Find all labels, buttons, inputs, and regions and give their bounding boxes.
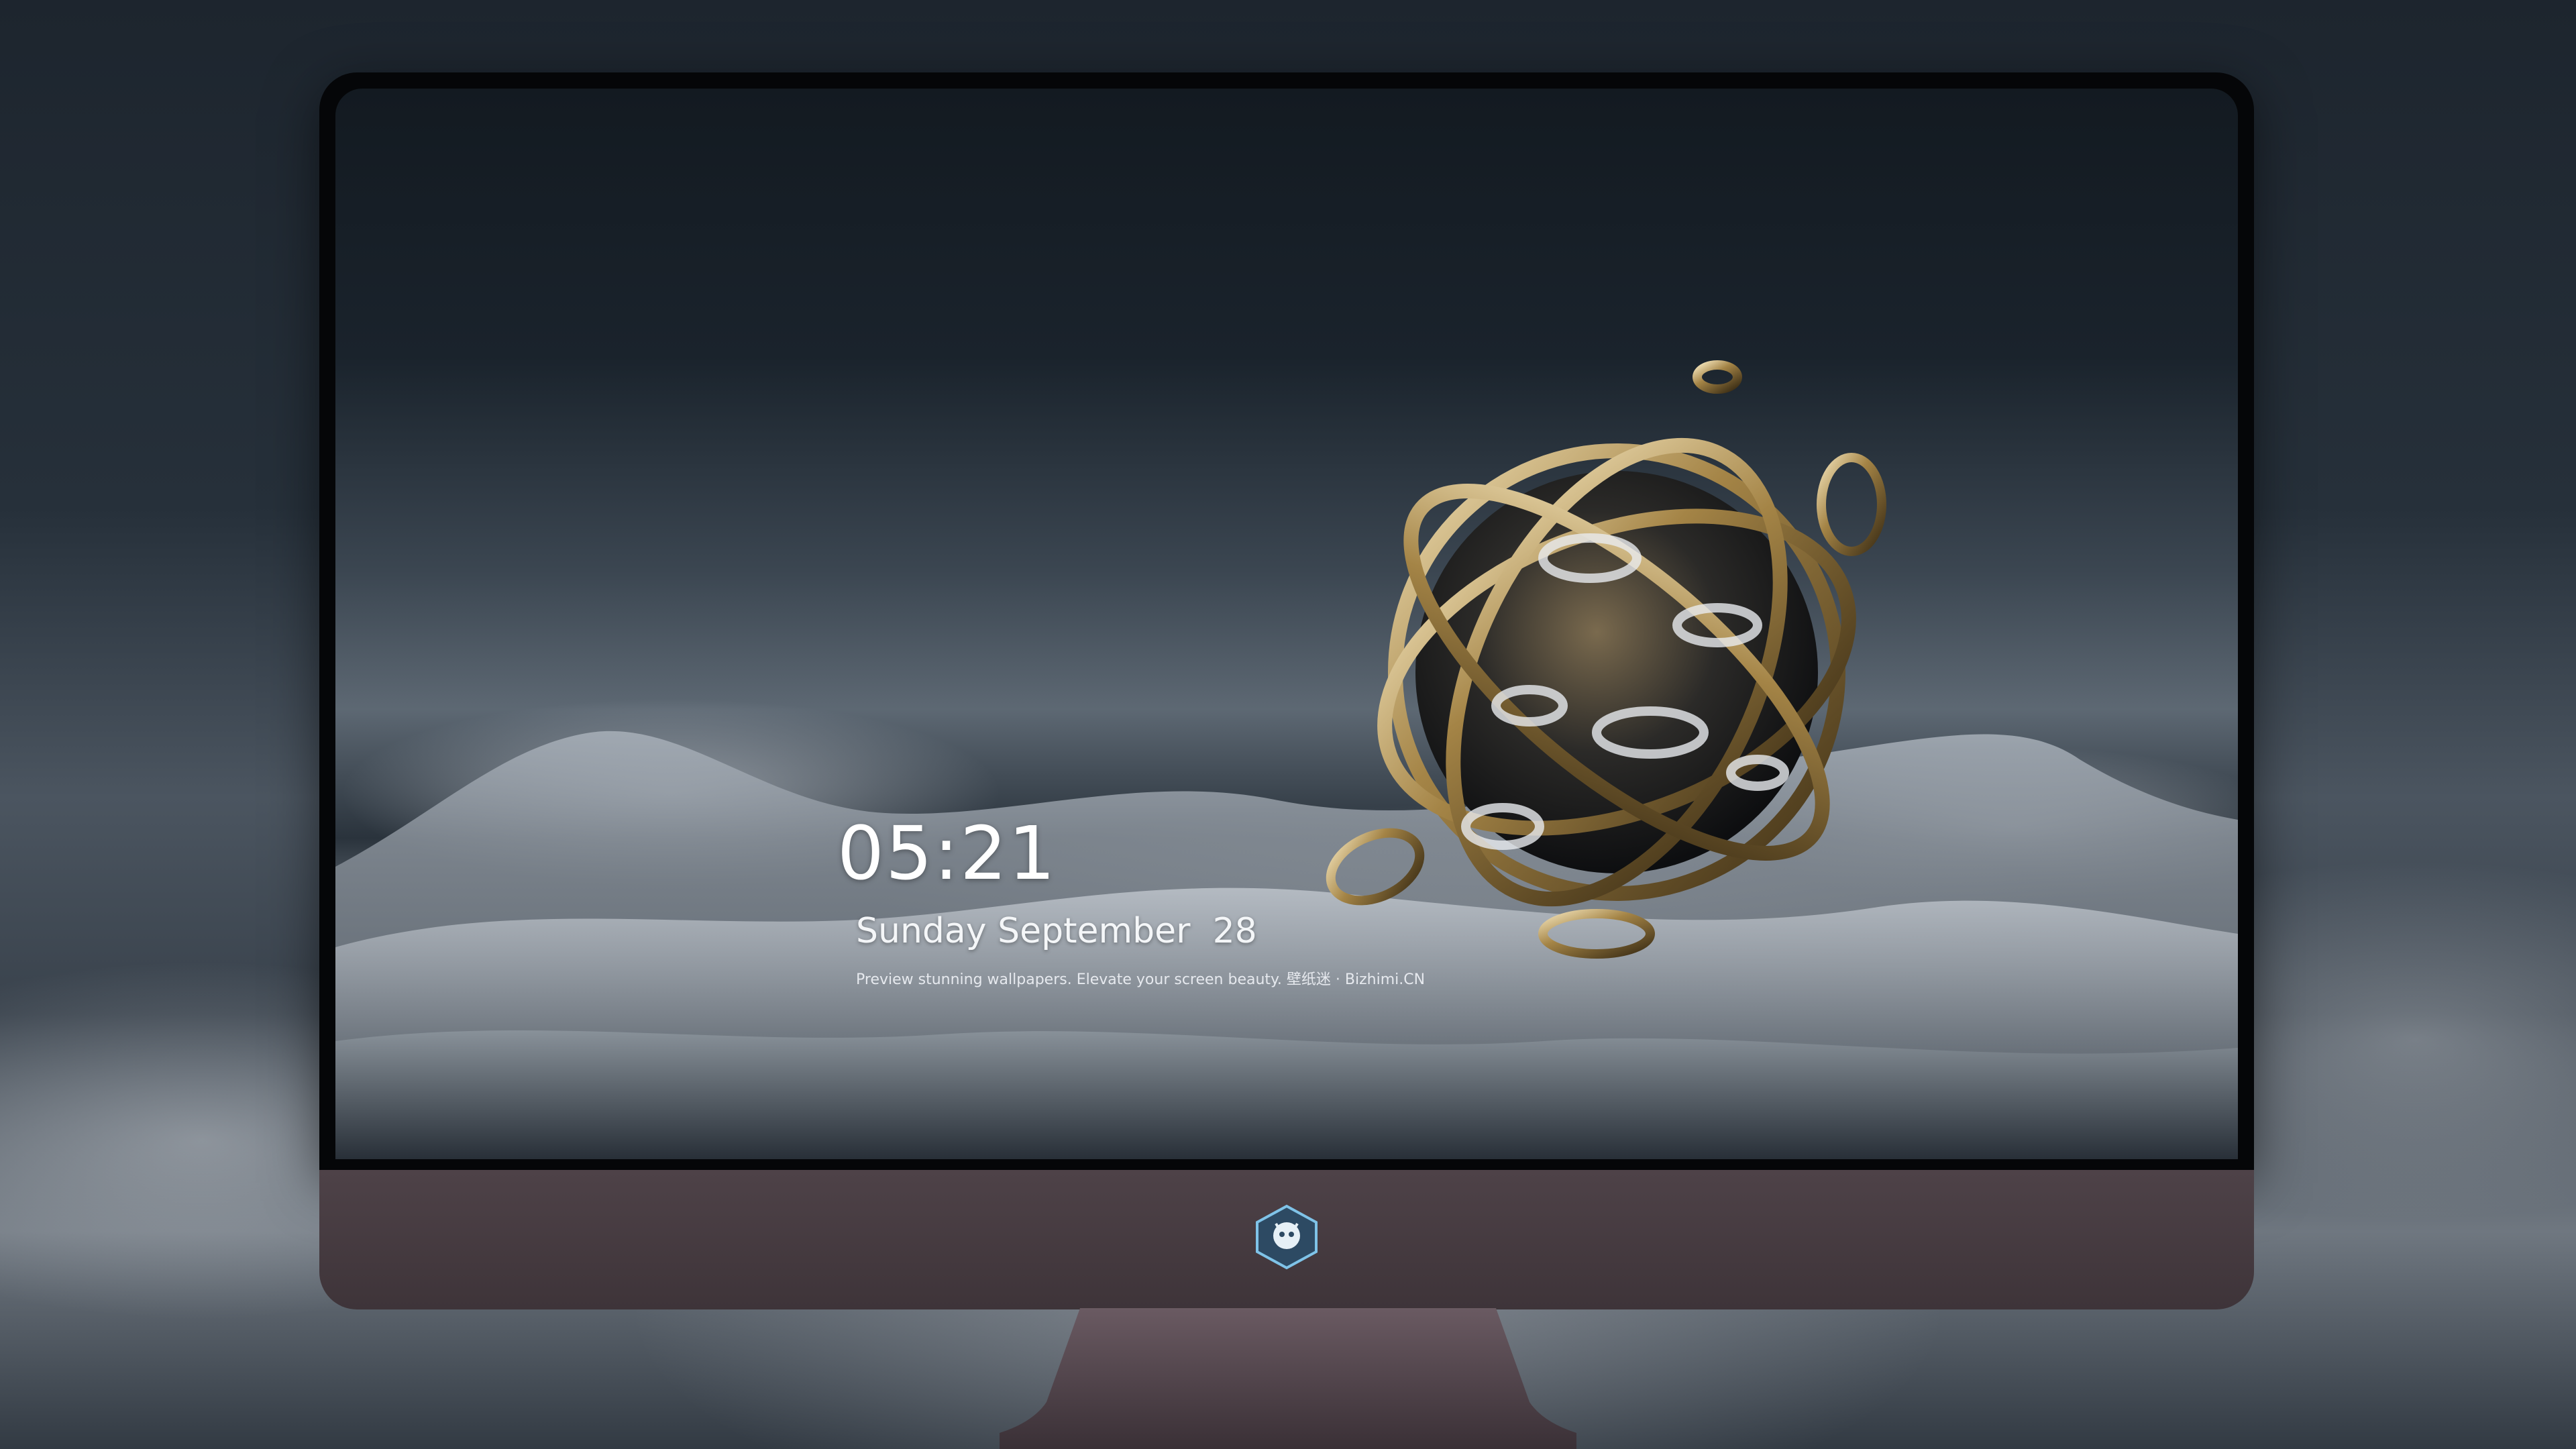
monitor-stand [1000, 1308, 1576, 1449]
metal-sphere-artwork [1326, 360, 1886, 959]
wallpaper-dunes [335, 731, 2238, 1159]
monitor-bezel: 05:21 Sunday September 28 Preview stunni… [319, 72, 2254, 1170]
wallpaper-caption: Preview stunning wallpapers. Elevate you… [856, 971, 1426, 988]
lock-screen[interactable]: 05:21 Sunday September 28 Preview stunni… [335, 89, 2238, 1159]
lock-date: Sunday September 28 [856, 911, 1257, 951]
lock-clock-time: 05:21 [837, 810, 1057, 896]
brand-logo-icon [1256, 1204, 1318, 1270]
monitor: 05:21 Sunday September 28 Preview stunni… [319, 72, 2254, 1309]
desktop-stage: 05:21 Sunday September 28 Preview stunni… [0, 0, 2576, 1449]
